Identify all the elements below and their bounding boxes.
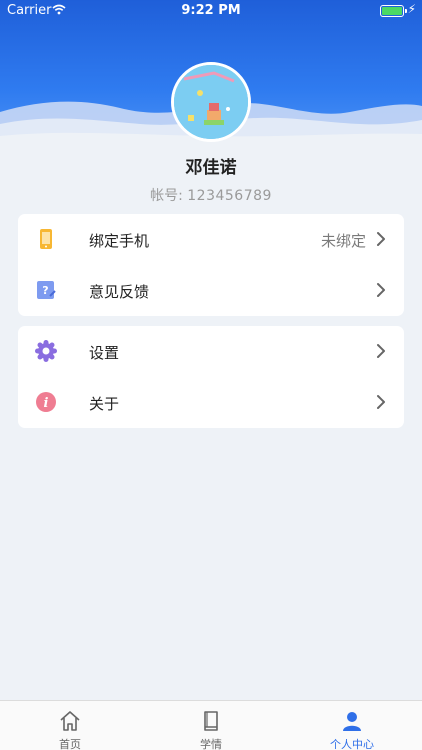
svg-text:?: ?: [42, 284, 48, 297]
user-name: 邓佳诺: [185, 158, 237, 178]
menu-item-label: 绑定手机: [89, 232, 150, 250]
book-icon: [204, 711, 218, 731]
status-bar: Carrier 9:22 PM ⚡: [0, 0, 422, 22]
tab-study[interactable]: 学情: [141, 701, 281, 750]
charging-icon: ⚡: [407, 2, 416, 16]
home-icon: [60, 711, 80, 731]
user-icon: [343, 712, 361, 731]
menu-item-label: 关于: [89, 395, 120, 413]
avatar-image: [174, 65, 248, 139]
menu-item-label: 设置: [89, 344, 120, 362]
menu-item-settings[interactable]: 设置: [18, 326, 404, 377]
chevron-right-icon: [377, 232, 385, 246]
tab-profile[interactable]: 个人中心: [282, 701, 422, 750]
clock: 9:22 PM: [181, 3, 241, 18]
phone-icon: [40, 229, 52, 249]
settings-card-1: 绑定手机 未绑定 ? 意见反馈: [18, 214, 404, 316]
tab-label: 个人中心: [330, 738, 374, 750]
tab-label: 学情: [200, 738, 222, 750]
chevron-right-icon: [377, 283, 385, 297]
feedback-icon: ?: [37, 281, 56, 299]
menu-item-label: 意见反馈: [89, 283, 150, 301]
svg-text:i: i: [44, 396, 49, 411]
account-number: 123456789: [187, 188, 272, 204]
avatar[interactable]: [171, 62, 251, 142]
battery-icon: [380, 5, 407, 17]
menu-item-bind-phone[interactable]: 绑定手机 未绑定: [18, 214, 404, 265]
menu-item-feedback[interactable]: ? 意见反馈: [18, 265, 404, 316]
settings-card-2: 设置 i 关于: [18, 326, 404, 428]
phone-binding-status: 未绑定: [320, 232, 366, 250]
tab-home[interactable]: 首页: [0, 701, 140, 750]
info-icon: i: [36, 392, 56, 412]
tab-bar: 首页 学情 个人中心: [0, 700, 422, 750]
chevron-right-icon: [377, 395, 385, 409]
account-info: 帐号: 123456789: [0, 185, 422, 205]
menu-item-about[interactable]: i 关于: [18, 377, 404, 428]
chevron-right-icon: [377, 344, 385, 358]
account-label: 帐号:: [150, 188, 183, 204]
tab-label: 首页: [59, 738, 81, 750]
gear-icon: [35, 340, 57, 362]
